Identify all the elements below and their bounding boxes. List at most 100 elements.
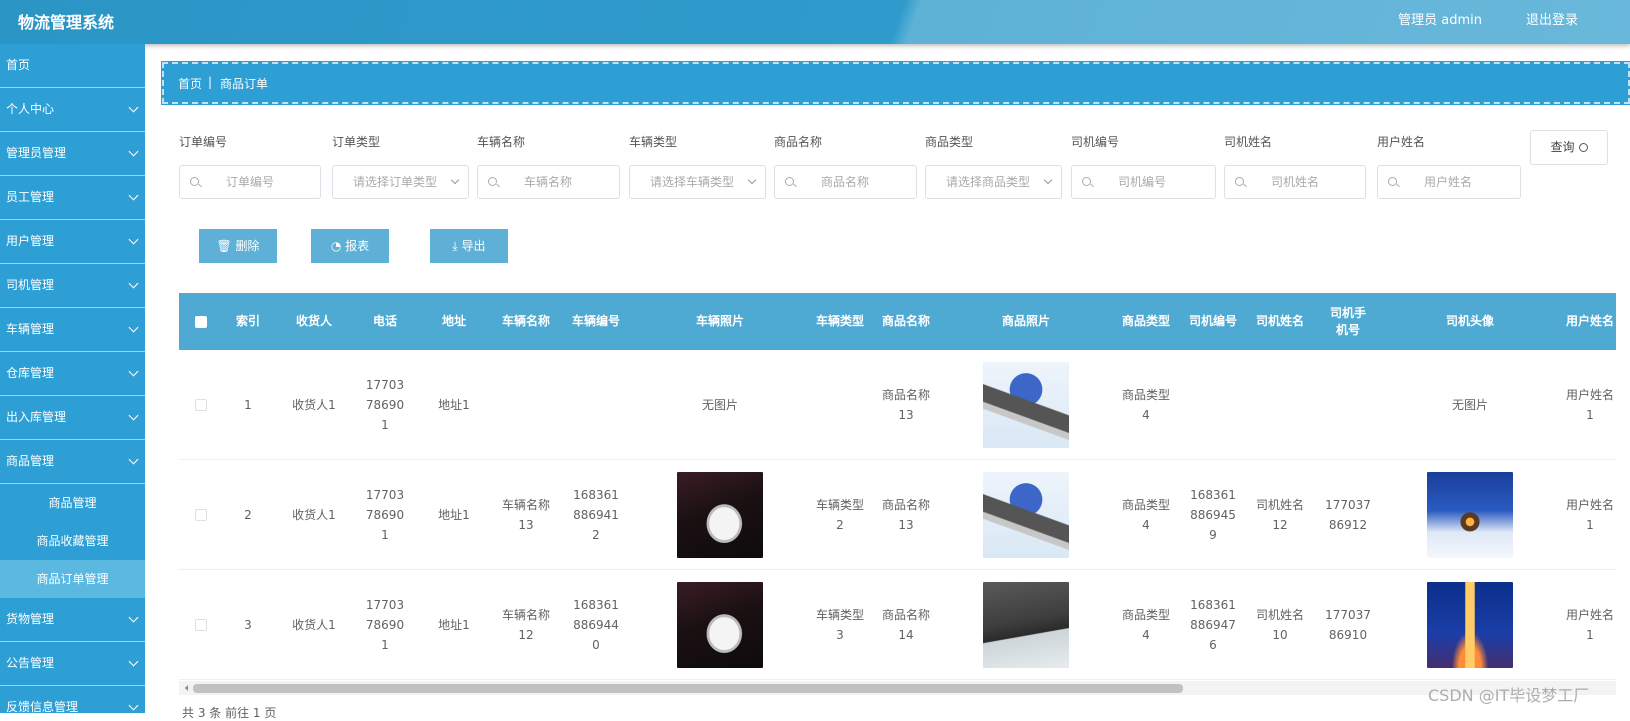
cell-goods-name: 商品名称13 bbox=[873, 350, 939, 460]
sidebar-item[interactable]: 个人中心 bbox=[0, 88, 145, 132]
row-select-cell[interactable] bbox=[179, 570, 223, 680]
sidebar-item[interactable]: 公告管理 bbox=[0, 642, 145, 686]
search-icon bbox=[488, 177, 497, 186]
row-checkbox[interactable] bbox=[195, 509, 207, 521]
sidebar-item[interactable]: 用户管理 bbox=[0, 220, 145, 264]
row-select-cell[interactable] bbox=[179, 350, 223, 460]
top-header: 物流管理系统 管理员 admin 退出登录 bbox=[0, 0, 1630, 44]
filter-select[interactable]: 请选择订单类型 bbox=[332, 165, 469, 199]
column-header: 司机姓名 bbox=[1247, 293, 1313, 350]
table-row[interactable]: 3 收货人1 17703786901 地址1 车辆名称12 1683618869440 车辆… bbox=[179, 570, 1616, 680]
filter-placeholder: 请选择商品类型 bbox=[946, 175, 1031, 189]
column-header-label: 商品照片 bbox=[1001, 314, 1050, 328]
filter-select[interactable]: 请选择商品类型 bbox=[925, 165, 1062, 199]
column-header: 车辆名称 bbox=[493, 293, 559, 350]
filter-label: 用户姓名 bbox=[1377, 135, 1426, 149]
vehicle-photo-image bbox=[677, 582, 763, 668]
filter-input[interactable]: 商品名称 bbox=[774, 165, 917, 199]
filter-placeholder: 用户姓名 bbox=[1424, 175, 1473, 189]
cell-driver-name: 司机姓名12 bbox=[1247, 460, 1313, 570]
cell-text: 车辆名称13 bbox=[502, 498, 551, 532]
sidebar-item[interactable]: 司机管理 bbox=[0, 264, 145, 308]
search-icon bbox=[1388, 177, 1397, 186]
horizontal-scrollbar[interactable] bbox=[179, 681, 1616, 695]
filter-input[interactable]: 用户姓名 bbox=[1377, 165, 1521, 199]
cell-vehicle-type bbox=[807, 350, 873, 460]
select-all-checkbox[interactable] bbox=[195, 315, 207, 328]
search-icon bbox=[785, 177, 794, 186]
scroll-left-icon[interactable] bbox=[182, 685, 188, 691]
sidebar-item[interactable]: 货物管理 bbox=[0, 598, 145, 642]
sidebar-item[interactable]: 车辆管理 bbox=[0, 308, 145, 352]
chevron-down-icon bbox=[747, 175, 757, 185]
cell-driver-avatar bbox=[1383, 460, 1557, 570]
goods-photo-image bbox=[983, 362, 1069, 448]
column-header: 司机手机号 bbox=[1313, 293, 1383, 350]
filter-1: 订单类型 请选择订单类型 bbox=[332, 133, 469, 199]
sidebar-item-label: 司机管理 bbox=[6, 278, 55, 292]
report-label: 报表 bbox=[345, 239, 370, 253]
sidebar-subitem[interactable]: 商品收藏管理 bbox=[0, 522, 145, 560]
cell-index: 3 bbox=[223, 570, 273, 680]
column-header: 用户姓名 bbox=[1557, 293, 1616, 350]
sidebar-subitem[interactable]: 商品管理 bbox=[0, 484, 145, 522]
cell-driver-no bbox=[1179, 350, 1247, 460]
filter-label: 司机姓名 bbox=[1224, 135, 1273, 149]
cell-user-name: 用户姓名1 bbox=[1557, 460, 1616, 570]
query-button[interactable]: 查询 bbox=[1530, 130, 1608, 165]
sidebar-item[interactable]: 首页 bbox=[0, 44, 145, 88]
cell-text: 1 bbox=[244, 398, 252, 412]
cell-text: 车辆类型2 bbox=[816, 498, 865, 532]
chevron-down-icon bbox=[128, 410, 139, 421]
export-button[interactable]: ⤓ 导出 bbox=[420, 219, 518, 273]
cell-text: 司机姓名12 bbox=[1256, 498, 1305, 532]
column-header: 车辆编号 bbox=[559, 293, 633, 350]
sidebar-item[interactable]: 员工管理 bbox=[0, 176, 145, 220]
cell-goods-type: 商品类型4 bbox=[1113, 460, 1179, 570]
cell-text: 地址1 bbox=[438, 618, 470, 632]
scrollbar-thumb[interactable] bbox=[193, 684, 1183, 693]
delete-button[interactable]: 🗑 删除 bbox=[189, 219, 287, 273]
column-header-label: 司机编号 bbox=[1188, 314, 1237, 328]
sidebar-item[interactable]: 管理员管理 bbox=[0, 132, 145, 176]
chevron-down-icon bbox=[128, 700, 139, 711]
chevron-down-icon bbox=[128, 146, 139, 157]
filter-input[interactable]: 订单编号 bbox=[179, 165, 321, 199]
sidebar-item[interactable]: 仓库管理 bbox=[0, 352, 145, 396]
sidebar-item[interactable]: 反馈信息管理 bbox=[0, 686, 145, 713]
cell-text: 收货人1 bbox=[292, 508, 336, 522]
row-checkbox[interactable] bbox=[195, 619, 207, 631]
chevron-down-icon bbox=[128, 190, 139, 201]
cell-vehicle-name: 车辆名称13 bbox=[493, 460, 559, 570]
vehicle-photo-image bbox=[677, 472, 763, 558]
filter-input[interactable]: 车辆名称 bbox=[477, 165, 620, 199]
row-select-cell[interactable] bbox=[179, 460, 223, 570]
filter-select[interactable]: 请选择车辆类型 bbox=[629, 165, 766, 199]
cell-vehicle-no: 1683618869412 bbox=[559, 460, 633, 570]
cell-driver-name: 司机姓名10 bbox=[1247, 570, 1313, 680]
column-header: 商品名称 bbox=[873, 293, 939, 350]
cell-goods-name: 商品名称13 bbox=[873, 460, 939, 570]
chevron-down-icon bbox=[128, 322, 139, 333]
cell-driver-avatar bbox=[1383, 570, 1557, 680]
chevron-down-icon bbox=[128, 612, 139, 623]
column-header-label: 商品类型 bbox=[1121, 314, 1170, 328]
table-row[interactable]: 2 收货人1 17703786901 地址1 车辆名称13 1683618869412 车辆… bbox=[179, 460, 1616, 570]
cell-text: 车辆类型3 bbox=[816, 608, 865, 642]
row-checkbox[interactable] bbox=[195, 399, 207, 411]
cell-vehicle-type: 车辆类型3 bbox=[807, 570, 873, 680]
sidebar-item[interactable]: 商品管理 bbox=[0, 440, 145, 484]
logout-link[interactable]: 退出登录 bbox=[1526, 9, 1578, 28]
column-header: 电话 bbox=[355, 293, 415, 350]
table-row[interactable]: 1 收货人1 17703786901 地址1 无图片 商品名称13 商品类型4 无图片 用户姓名… bbox=[179, 350, 1616, 460]
filter-input[interactable]: 司机编号 bbox=[1071, 165, 1216, 199]
cell-text: 商品类型4 bbox=[1122, 388, 1171, 422]
report-button[interactable]: ◔ 报表 bbox=[301, 219, 399, 273]
sidebar-item[interactable]: 出入库管理 bbox=[0, 396, 145, 440]
select-all-header[interactable] bbox=[179, 293, 223, 350]
filter-input[interactable]: 司机姓名 bbox=[1224, 165, 1366, 199]
sidebar-subitem[interactable]: 商品订单管理 bbox=[0, 560, 145, 598]
chevron-down-icon bbox=[128, 454, 139, 465]
breadcrumb-home[interactable]: 首页 bbox=[178, 75, 202, 92]
cell-vehicle-photo bbox=[633, 570, 807, 680]
